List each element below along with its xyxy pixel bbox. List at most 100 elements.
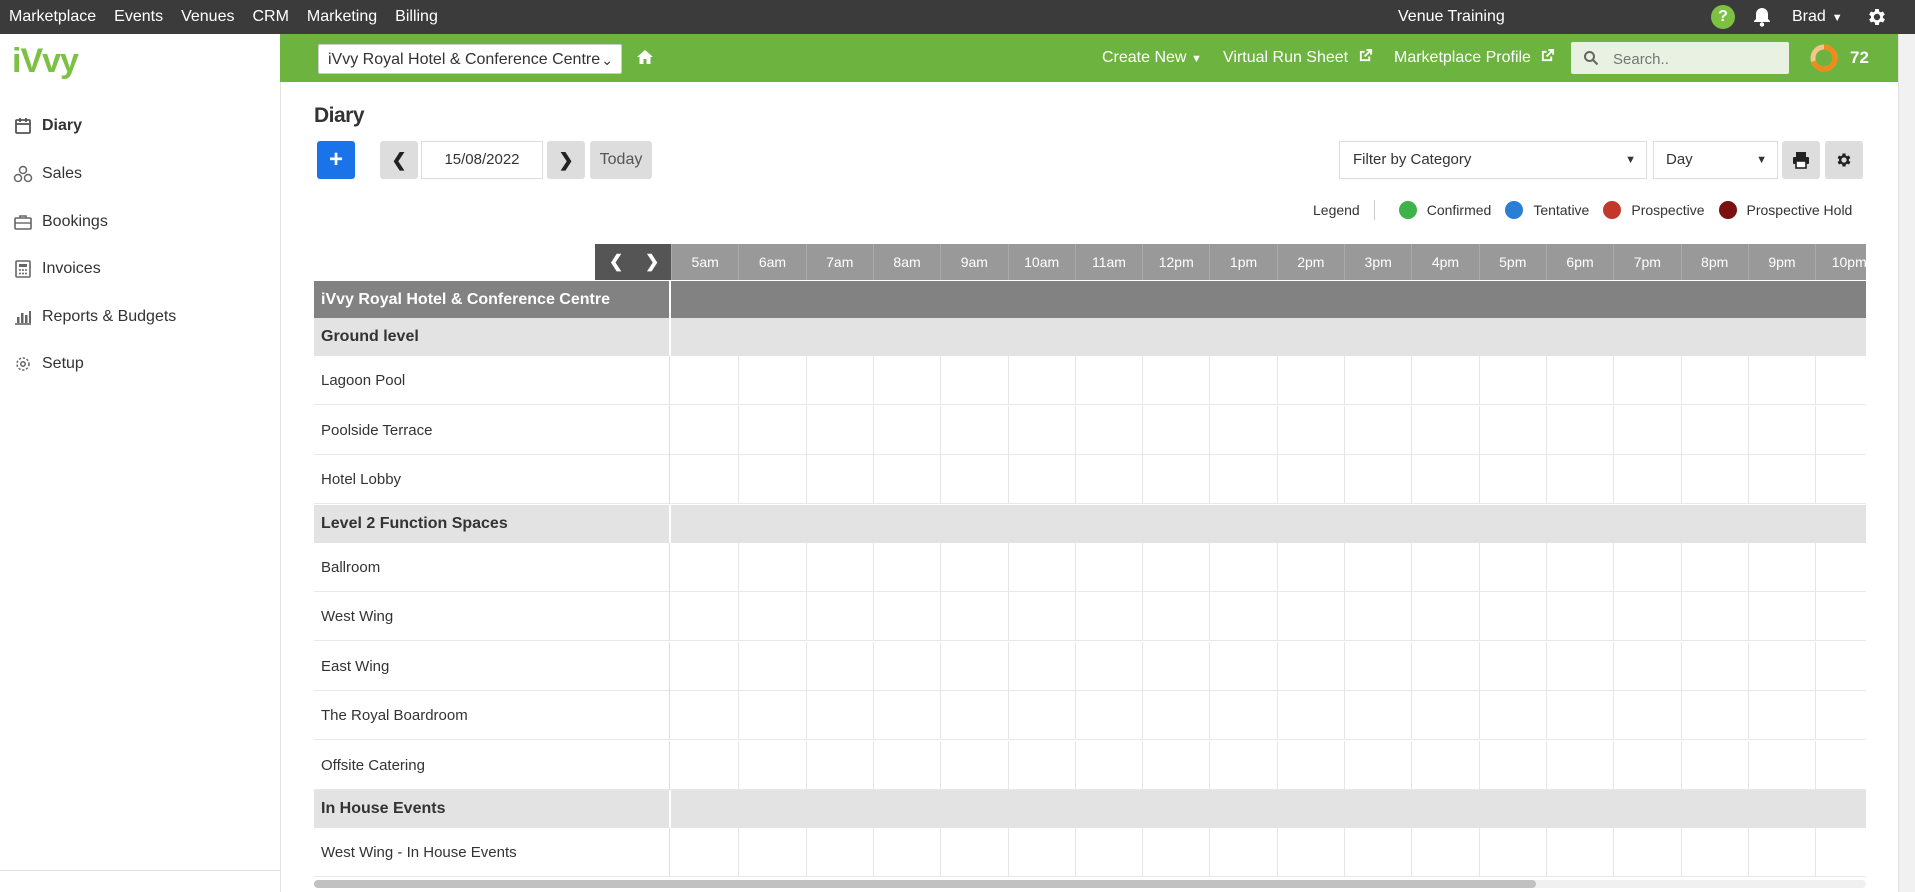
user-menu[interactable]: Brad ▼ <box>1792 0 1843 35</box>
next-day-button[interactable]: ❯ <box>547 141 585 179</box>
view-select-value: Day <box>1666 151 1693 168</box>
time-column-header: 6pm <box>1545 244 1613 280</box>
date-field[interactable]: 15/08/2022 <box>421 141 543 179</box>
time-slot-divider <box>1613 828 1615 877</box>
ivvy-logo[interactable]: iVvy <box>12 42 79 81</box>
nav-billing[interactable]: Billing <box>386 0 447 34</box>
home-icon[interactable] <box>636 48 654 66</box>
time-slot-divider <box>1411 828 1413 877</box>
time-slot-divider <box>1142 542 1144 592</box>
time-slot-divider <box>1074 592 1076 641</box>
column-divider <box>669 691 670 740</box>
room-row[interactable]: West Wing - In House Events <box>314 828 1866 877</box>
time-slot-divider <box>1209 740 1211 790</box>
time-slot-divider <box>1545 592 1547 641</box>
horizontal-scroll-thumb[interactable] <box>314 880 1536 888</box>
room-name: Poolside Terrace <box>321 421 433 439</box>
time-slot-divider <box>1545 740 1547 790</box>
time-slot-divider <box>1007 542 1009 592</box>
room-group-label: In House Events <box>321 800 446 817</box>
account-name[interactable]: Venue Training <box>1398 0 1505 34</box>
scroll-right-icon[interactable]: ❯ <box>645 244 659 280</box>
nav-marketing[interactable]: Marketing <box>298 0 386 34</box>
time-slot-divider <box>1344 356 1345 405</box>
time-slot-divider <box>1276 641 1278 691</box>
create-new-menu[interactable]: Create New ▼ <box>1102 34 1202 83</box>
time-slot-divider <box>738 828 740 877</box>
time-slot-divider <box>1613 592 1615 641</box>
legend-item-tentative: Tentative <box>1505 201 1589 219</box>
today-button[interactable]: Today <box>590 141 652 179</box>
chevron-left-icon: ❮ <box>391 150 407 170</box>
room-row[interactable]: East Wing <box>314 641 1866 691</box>
time-slot-divider <box>1613 691 1615 740</box>
add-booking-button[interactable]: + <box>317 141 355 179</box>
calculator-icon <box>12 258 34 280</box>
view-select[interactable]: Day ▼ <box>1653 141 1778 179</box>
marketplace-profile-link[interactable]: Marketplace Profile <box>1394 34 1555 82</box>
time-slot-divider <box>940 542 942 592</box>
room-row[interactable]: Lagoon Pool <box>314 356 1866 405</box>
legend-divider <box>1373 200 1375 220</box>
time-slot-divider <box>1411 691 1413 740</box>
nav-crm[interactable]: CRM <box>243 0 297 34</box>
score-value[interactable]: 72 <box>1850 34 1869 82</box>
time-slot-divider <box>1209 691 1211 740</box>
nav-venues[interactable]: Venues <box>172 0 243 34</box>
gear-icon <box>1837 153 1851 167</box>
sidebar-item-invoices[interactable]: Invoices <box>0 249 280 289</box>
sidebar-divider <box>0 870 280 871</box>
time-column-header: 4pm <box>1411 244 1478 280</box>
search-icon <box>1583 50 1599 66</box>
vertical-scrollbar[interactable] <box>1898 34 1915 892</box>
room-row[interactable]: Ballroom <box>314 542 1866 592</box>
sidebar-item-bookings[interactable]: Bookings <box>0 202 280 242</box>
venue-select[interactable]: iVvy Royal Hotel & Conference Centre ⌄ <box>318 44 622 74</box>
bell-icon[interactable] <box>1751 6 1773 28</box>
diary-settings-button[interactable] <box>1825 141 1863 179</box>
legend-label: Prospective Hold <box>1746 202 1853 218</box>
time-slot-divider <box>1209 828 1211 877</box>
filter-category-select[interactable]: Filter by Category ▼ <box>1339 141 1647 179</box>
time-slot-divider <box>1478 356 1480 405</box>
time-slot-divider <box>805 691 807 740</box>
search-input[interactable] <box>1611 42 1785 76</box>
sidebar-item-setup[interactable]: Setup <box>0 344 280 384</box>
sidebar-item-label: Bookings <box>42 213 108 230</box>
time-slot-divider <box>1142 691 1144 740</box>
sidebar-item-reports[interactable]: Reports & Budgets <box>0 297 280 337</box>
sales-icon <box>12 163 34 185</box>
room-row[interactable]: The Royal Boardroom <box>314 691 1866 740</box>
time-slot-divider <box>1680 828 1682 877</box>
time-slot-divider <box>1074 828 1076 877</box>
help-icon[interactable]: ? <box>1711 5 1735 29</box>
print-icon <box>1793 152 1809 169</box>
caret-down-icon: ▼ <box>1625 154 1636 166</box>
settings-gear-icon[interactable] <box>1866 6 1888 28</box>
time-slot-divider <box>1815 691 1817 740</box>
time-slot-divider <box>1142 828 1144 877</box>
room-row[interactable]: Poolside Terrace <box>314 405 1866 455</box>
room-row[interactable]: West Wing <box>314 592 1866 641</box>
time-slot-divider <box>1074 641 1076 691</box>
time-slot-divider <box>1276 405 1278 455</box>
time-slot-divider <box>1344 455 1345 504</box>
previous-day-button[interactable]: ❮ <box>380 141 418 179</box>
nav-marketplace[interactable]: Marketplace <box>0 0 105 34</box>
score-ring-icon[interactable] <box>1809 43 1839 73</box>
sidebar-item-sales[interactable]: Sales <box>0 154 280 194</box>
room-row[interactable]: Offsite Catering <box>314 740 1866 790</box>
scroll-left-icon[interactable]: ❮ <box>609 244 623 280</box>
external-link-icon <box>1542 48 1555 62</box>
time-slot-divider <box>1478 592 1480 641</box>
sidebar-item-diary[interactable]: Diary <box>0 106 280 146</box>
time-slot-divider <box>1074 356 1076 405</box>
column-divider <box>669 504 671 543</box>
nav-events[interactable]: Events <box>105 0 172 34</box>
time-slot-divider <box>738 641 740 691</box>
room-row[interactable]: Hotel Lobby <box>314 455 1866 504</box>
time-column-header: 10pm <box>1815 244 1866 280</box>
time-slot-divider <box>1613 641 1615 691</box>
virtual-run-sheet-link[interactable]: Virtual Run Sheet <box>1223 34 1373 82</box>
print-button[interactable] <box>1782 141 1820 179</box>
